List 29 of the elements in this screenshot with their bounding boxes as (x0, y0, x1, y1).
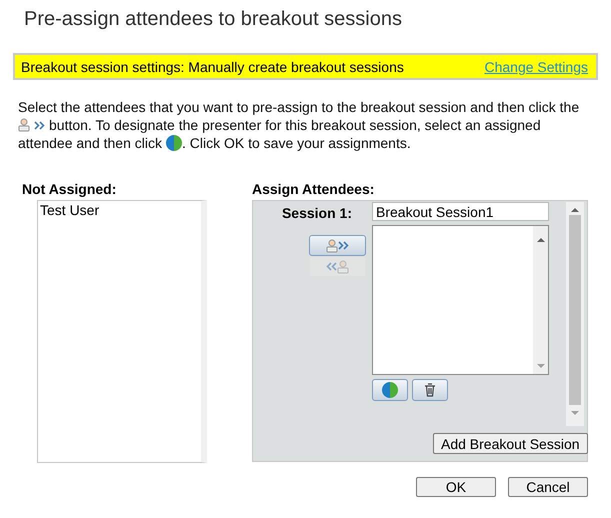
person-icon (326, 238, 338, 252)
ok-button[interactable]: OK (416, 477, 496, 497)
add-session-button[interactable]: Add Breakout Session (433, 433, 588, 454)
double-chevron-icon (338, 241, 349, 250)
attendee-item[interactable]: Test User (40, 202, 100, 218)
not-assigned-list[interactable]: Test User (37, 200, 207, 463)
settings-text: Breakout session settings: Manually create breakout sessions (21, 58, 404, 74)
globe-icon (166, 135, 182, 151)
presenter-button[interactable] (372, 379, 408, 401)
person-icon (337, 260, 349, 274)
instruction-text: attendee and then click (18, 134, 162, 152)
assign-attendees-heading: Assign Attendees: (252, 181, 376, 199)
double-chevron-icon (326, 262, 337, 271)
session-name-field[interactable]: Breakout Session1 (372, 202, 549, 221)
double-chevron-icon (34, 120, 45, 130)
scrollbar[interactable] (533, 226, 548, 374)
session-label: Session 1: (282, 205, 352, 221)
not-assigned-heading: Not Assigned: (22, 181, 118, 199)
assign-button[interactable] (309, 235, 366, 256)
globe-icon (382, 382, 398, 398)
delete-button[interactable] (412, 379, 448, 401)
cancel-button[interactable]: Cancel (508, 477, 588, 497)
scrollbar[interactable] (566, 202, 584, 426)
person-icon (18, 118, 30, 132)
instruction-text: . Click OK to save your assignments. (182, 134, 411, 152)
dialog-title: Pre-assign attendees to breakout sessions (23, 7, 403, 32)
instruction-text: Select the attendees that you want to pre-assign to the breakout session and then click the (18, 98, 580, 116)
instruction-text: button. To designate the presenter for this breakout session, select an assigned (49, 116, 541, 134)
trash-icon (424, 383, 436, 397)
